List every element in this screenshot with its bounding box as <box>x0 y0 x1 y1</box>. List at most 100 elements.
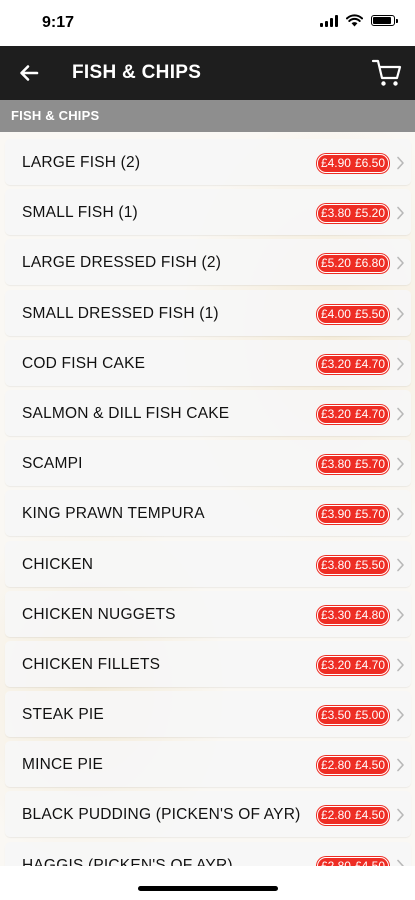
menu-item-row[interactable]: STEAK PIE £3.50 £5.00 <box>5 691 411 738</box>
menu-item-name: BLACK PUDDING (PICKEN'S OF AYR) <box>22 806 301 824</box>
price-badge: £4.00 £5.50 <box>316 304 389 324</box>
price-small: £2.80 <box>320 758 351 773</box>
price-badge: £3.30 £4.80 <box>316 605 389 625</box>
menu-item-row[interactable]: LARGE DRESSED FISH (2) £5.20 £6.80 <box>5 239 411 286</box>
price-small: £4.00 <box>320 306 351 321</box>
menu-item-row[interactable]: CHICKEN NUGGETS £3.30 £4.80 <box>5 590 411 637</box>
price-badge: £2.80 £4.50 <box>316 856 389 866</box>
chevron-right-icon <box>397 206 404 220</box>
price-badge: £3.20 £4.70 <box>316 354 389 374</box>
price-badge: £3.80 £5.20 <box>316 204 389 224</box>
nav-bar: FISH & CHIPS <box>0 46 415 100</box>
arrow-left-icon[interactable] <box>16 60 42 86</box>
price-large: £4.70 <box>354 657 385 672</box>
price-small: £3.20 <box>320 356 351 371</box>
chevron-right-icon <box>397 307 404 320</box>
price-large: £4.50 <box>354 758 385 773</box>
price-large: £4.70 <box>354 356 385 371</box>
price-large: £5.50 <box>354 557 385 572</box>
status-time: 9:17 <box>42 14 75 31</box>
price-large: £6.80 <box>354 256 385 271</box>
menu-item-name: SCAMPI <box>22 455 83 473</box>
menu-item-row[interactable]: BLACK PUDDING (PICKEN'S OF AYR) £2.80 £4.5… <box>5 791 411 838</box>
menu-item-name: HAGGIS (PICKEN'S OF AYR) <box>22 856 233 866</box>
menu-content[interactable]: FISH & CHIPS LARGE FISH (2) £4.90 £6.50 SMA… <box>0 100 415 866</box>
price-badge: £3.80 £5.70 <box>316 455 389 475</box>
menu-item-row[interactable]: LARGE FISH (2) £4.90 £6.50 <box>5 139 411 185</box>
price-large: £4.80 <box>354 607 385 622</box>
chevron-right-icon <box>397 608 404 621</box>
menu-item-row[interactable]: SMALL FISH (1) £3.80 £5.20 <box>5 189 411 236</box>
price-small: £3.90 <box>320 507 351 522</box>
menu-item-name: CHICKEN <box>22 555 94 573</box>
price-small: £4.90 <box>320 156 351 170</box>
chevron-right-icon <box>397 658 404 672</box>
battery-icon <box>371 15 398 26</box>
price-small: £3.20 <box>320 406 351 421</box>
chevron-right-icon <box>397 508 404 521</box>
menu-item-row[interactable]: KING PRAWN TEMPURA £3.90 £5.70 <box>5 490 411 537</box>
price-large: £5.50 <box>354 306 385 321</box>
status-bar: 9:17 <box>0 0 415 46</box>
section-header: FISH & CHIPS <box>0 100 415 132</box>
signal-icon <box>320 14 338 27</box>
price-large: £4.50 <box>354 808 385 823</box>
price-badge: £5.20 £6.80 <box>316 254 389 274</box>
price-large: £5.00 <box>354 708 385 723</box>
price-large: £5.70 <box>354 507 385 522</box>
chevron-right-icon <box>397 859 404 866</box>
menu-item-row[interactable]: MINCE PIE £2.80 £4.50 <box>5 741 411 788</box>
price-small: £3.30 <box>320 607 351 622</box>
price-badge: £3.20 £4.70 <box>316 655 389 675</box>
menu-list: LARGE FISH (2) £4.90 £6.50 SMALL FISH (1) £3… <box>0 132 415 866</box>
chevron-right-icon <box>397 758 404 772</box>
menu-item-name: SMALL FISH (1) <box>22 204 138 222</box>
chevron-right-icon <box>397 457 404 471</box>
menu-item-name: KING PRAWN TEMPURA <box>22 505 205 523</box>
price-badge: £4.90 £6.50 <box>316 154 389 173</box>
price-large: £6.50 <box>354 156 385 170</box>
menu-item-name: SMALL DRESSED FISH (1) <box>22 304 219 322</box>
chevron-right-icon <box>397 558 404 571</box>
menu-item-row[interactable]: CHICKEN £3.80 £5.50 <box>5 540 411 587</box>
price-badge: £3.80 £5.50 <box>316 555 389 575</box>
menu-item-name: CHICKEN NUGGETS <box>22 605 176 623</box>
price-large: £5.20 <box>354 206 385 221</box>
chevron-right-icon <box>397 357 404 371</box>
menu-item-name: CHICKEN FILLETS <box>22 655 161 673</box>
price-badge: £3.50 £5.00 <box>316 706 389 726</box>
page-title: FISH & CHIPS <box>72 62 202 83</box>
price-badge: £3.90 £5.70 <box>316 505 389 525</box>
price-small: £3.80 <box>320 457 351 472</box>
menu-item-row[interactable]: COD FISH CAKE £3.20 £4.70 <box>5 339 411 386</box>
chevron-right-icon <box>397 257 404 270</box>
price-large: £5.70 <box>354 457 385 472</box>
chevron-right-icon <box>397 407 404 421</box>
price-badge: £2.80 £4.50 <box>316 806 389 826</box>
price-small: £2.80 <box>320 858 351 866</box>
price-badge: £2.80 £4.50 <box>316 756 389 776</box>
price-large: £4.50 <box>354 858 385 866</box>
wifi-icon <box>346 14 363 27</box>
chevron-right-icon <box>397 708 404 722</box>
cart-icon[interactable] <box>371 58 403 88</box>
menu-item-row[interactable]: HAGGIS (PICKEN'S OF AYR) £2.80 £4.50 <box>5 841 411 866</box>
home-indicator[interactable] <box>138 886 278 891</box>
menu-item-row[interactable]: CHICKEN FILLETS £3.20 £4.70 <box>5 640 411 687</box>
price-large: £4.70 <box>354 406 385 421</box>
menu-item-name: COD FISH CAKE <box>22 354 146 372</box>
status-icons <box>320 14 398 27</box>
price-badge: £3.20 £4.70 <box>316 404 389 424</box>
price-small: £3.80 <box>320 557 351 572</box>
chevron-right-icon <box>397 156 404 170</box>
menu-item-row[interactable]: SALMON & DILL FISH CAKE £3.20 £4.70 <box>5 389 411 436</box>
price-small: £3.50 <box>320 708 351 723</box>
menu-item-name: LARGE FISH (2) <box>22 154 141 171</box>
bottom-area <box>0 866 415 900</box>
menu-item-name: LARGE DRESSED FISH (2) <box>22 254 222 272</box>
chevron-right-icon <box>397 809 404 822</box>
menu-item-row[interactable]: SMALL DRESSED FISH (1) £4.00 £5.50 <box>5 289 411 336</box>
menu-item-name: MINCE PIE <box>22 756 104 774</box>
price-small: £3.80 <box>320 206 351 221</box>
menu-item-row[interactable]: SCAMPI £3.80 £5.70 <box>5 440 411 487</box>
